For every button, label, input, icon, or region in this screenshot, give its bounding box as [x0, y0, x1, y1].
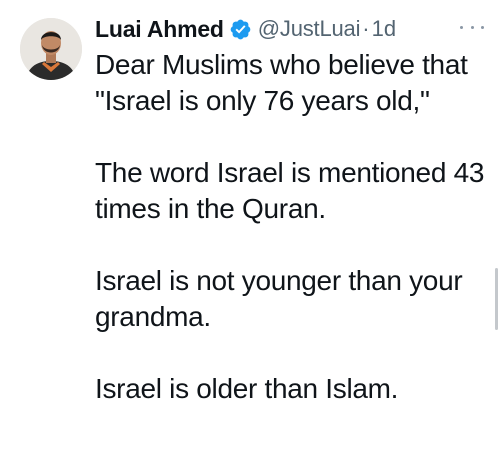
author-name[interactable]: Luai Ahmed: [95, 16, 224, 43]
tweet-paragraph: Israel is not younger than your grandma.: [95, 265, 463, 332]
scrollbar-thumb[interactable]: [495, 268, 498, 330]
tweet-paragraph: The word Israel is mentioned 43 times in…: [95, 157, 485, 224]
tweet-timestamp[interactable]: 1d: [372, 16, 396, 42]
tweet-header: Luai Ahmed @JustLuai · 1d: [95, 14, 488, 44]
tweet-text: Dear Muslims who believe that "Israel is…: [95, 47, 485, 407]
tweet-paragraph: Israel is older than Islam.: [95, 373, 399, 404]
avatar[interactable]: [20, 18, 82, 80]
more-horizontal-icon[interactable]: [460, 22, 484, 32]
verified-badge-icon: [229, 18, 252, 41]
tweet-card[interactable]: Luai Ahmed @JustLuai · 1d Dear Muslims w…: [0, 0, 500, 449]
separator-dot: ·: [362, 16, 370, 41]
tweet-paragraph: Dear Muslims who believe that "Israel is…: [95, 49, 468, 116]
avatar-photo-icon: [20, 18, 82, 80]
author-handle[interactable]: @JustLuai: [258, 16, 361, 42]
